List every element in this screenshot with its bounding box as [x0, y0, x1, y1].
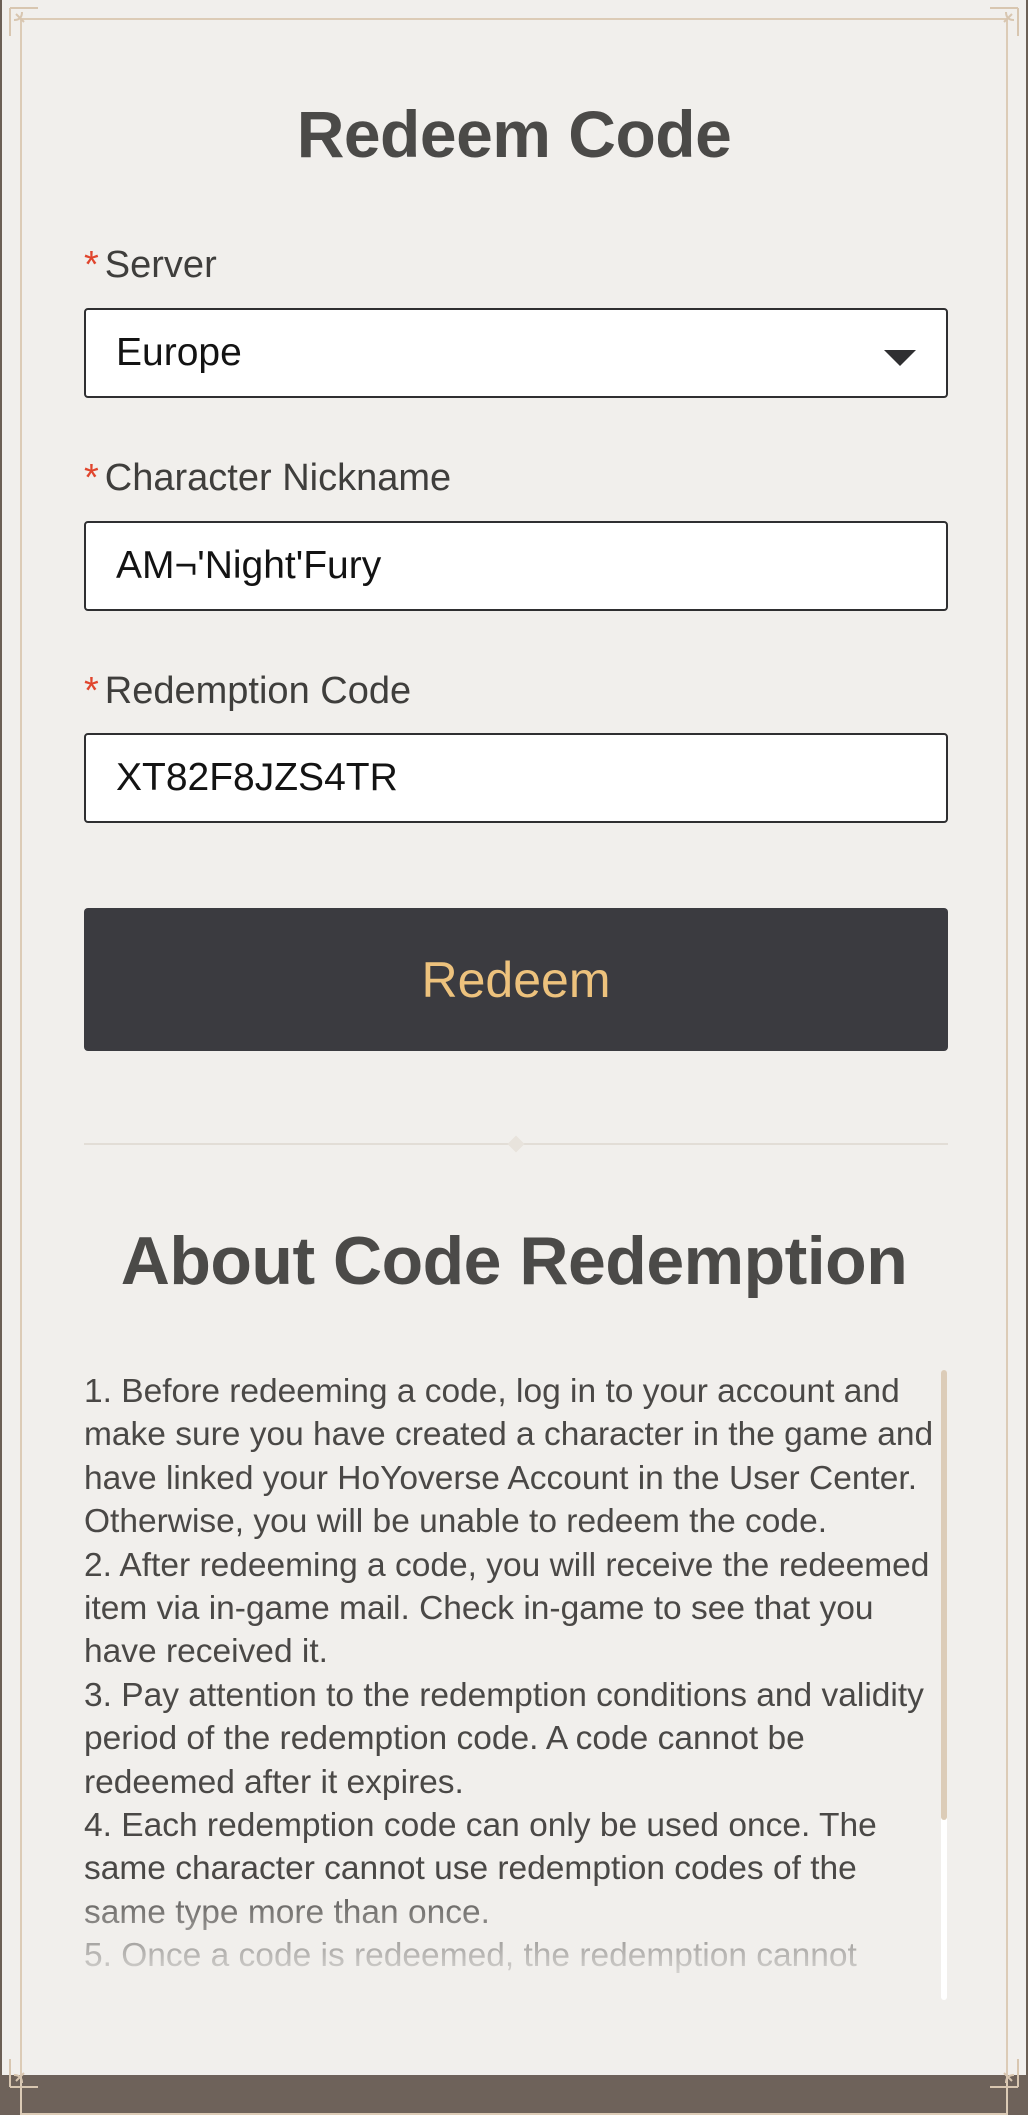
code-field[interactable]	[84, 733, 948, 823]
code-label-text: Redemption Code	[104, 670, 412, 712]
nickname-label: * Character Nickname	[84, 457, 451, 500]
corner-ornament-icon	[9, 2059, 38, 2088]
about-item: 2. After redeeming a code, you will rece…	[84, 1546, 930, 1671]
about-item: 3. Pay attention to the redemption condi…	[84, 1676, 924, 1801]
about-item: 1. Before redeeming a code, log in to yo…	[84, 1373, 934, 1541]
server-label: * Server	[84, 244, 217, 287]
redeem-card: Redeem Code * Server Europe * Character Ni…	[0, 0, 1028, 2115]
about-item: 4. Each redemption code can only be used…	[84, 1807, 877, 1931]
server-select[interactable]: Europe	[84, 308, 948, 398]
server-select-value: Europe	[116, 331, 242, 374]
about-item: 5. Once a code is redeemed, the redempti…	[84, 1937, 857, 1975]
about-content-scroll[interactable]: 1. Before redeeming a code, log in to yo…	[84, 1370, 948, 2000]
divider-ornament	[507, 1135, 525, 1153]
corner-ornament-icon	[9, 7, 38, 36]
about-title: About Code Redemption	[120, 1223, 908, 1299]
scrollbar-thumb[interactable]	[941, 1370, 947, 1820]
nickname-label-text: Character Nickname	[104, 457, 452, 499]
page-title: Redeem Code	[296, 97, 732, 171]
code-input[interactable]	[116, 735, 866, 821]
chevron-down-icon[interactable]	[884, 350, 916, 366]
required-mark: *	[84, 244, 99, 286]
nickname-field[interactable]	[84, 521, 948, 611]
about-text: 1. Before redeeming a code, log in to yo…	[84, 1370, 934, 1978]
nickname-input[interactable]	[116, 523, 866, 609]
server-label-text: Server	[104, 244, 217, 286]
corner-ornament-icon	[990, 2059, 1019, 2088]
required-mark: *	[84, 457, 99, 499]
required-mark: *	[84, 670, 99, 712]
redeem-button[interactable]: Redeem	[84, 908, 948, 1051]
corner-ornament-icon	[990, 7, 1019, 36]
code-label: * Redemption Code	[84, 670, 411, 713]
